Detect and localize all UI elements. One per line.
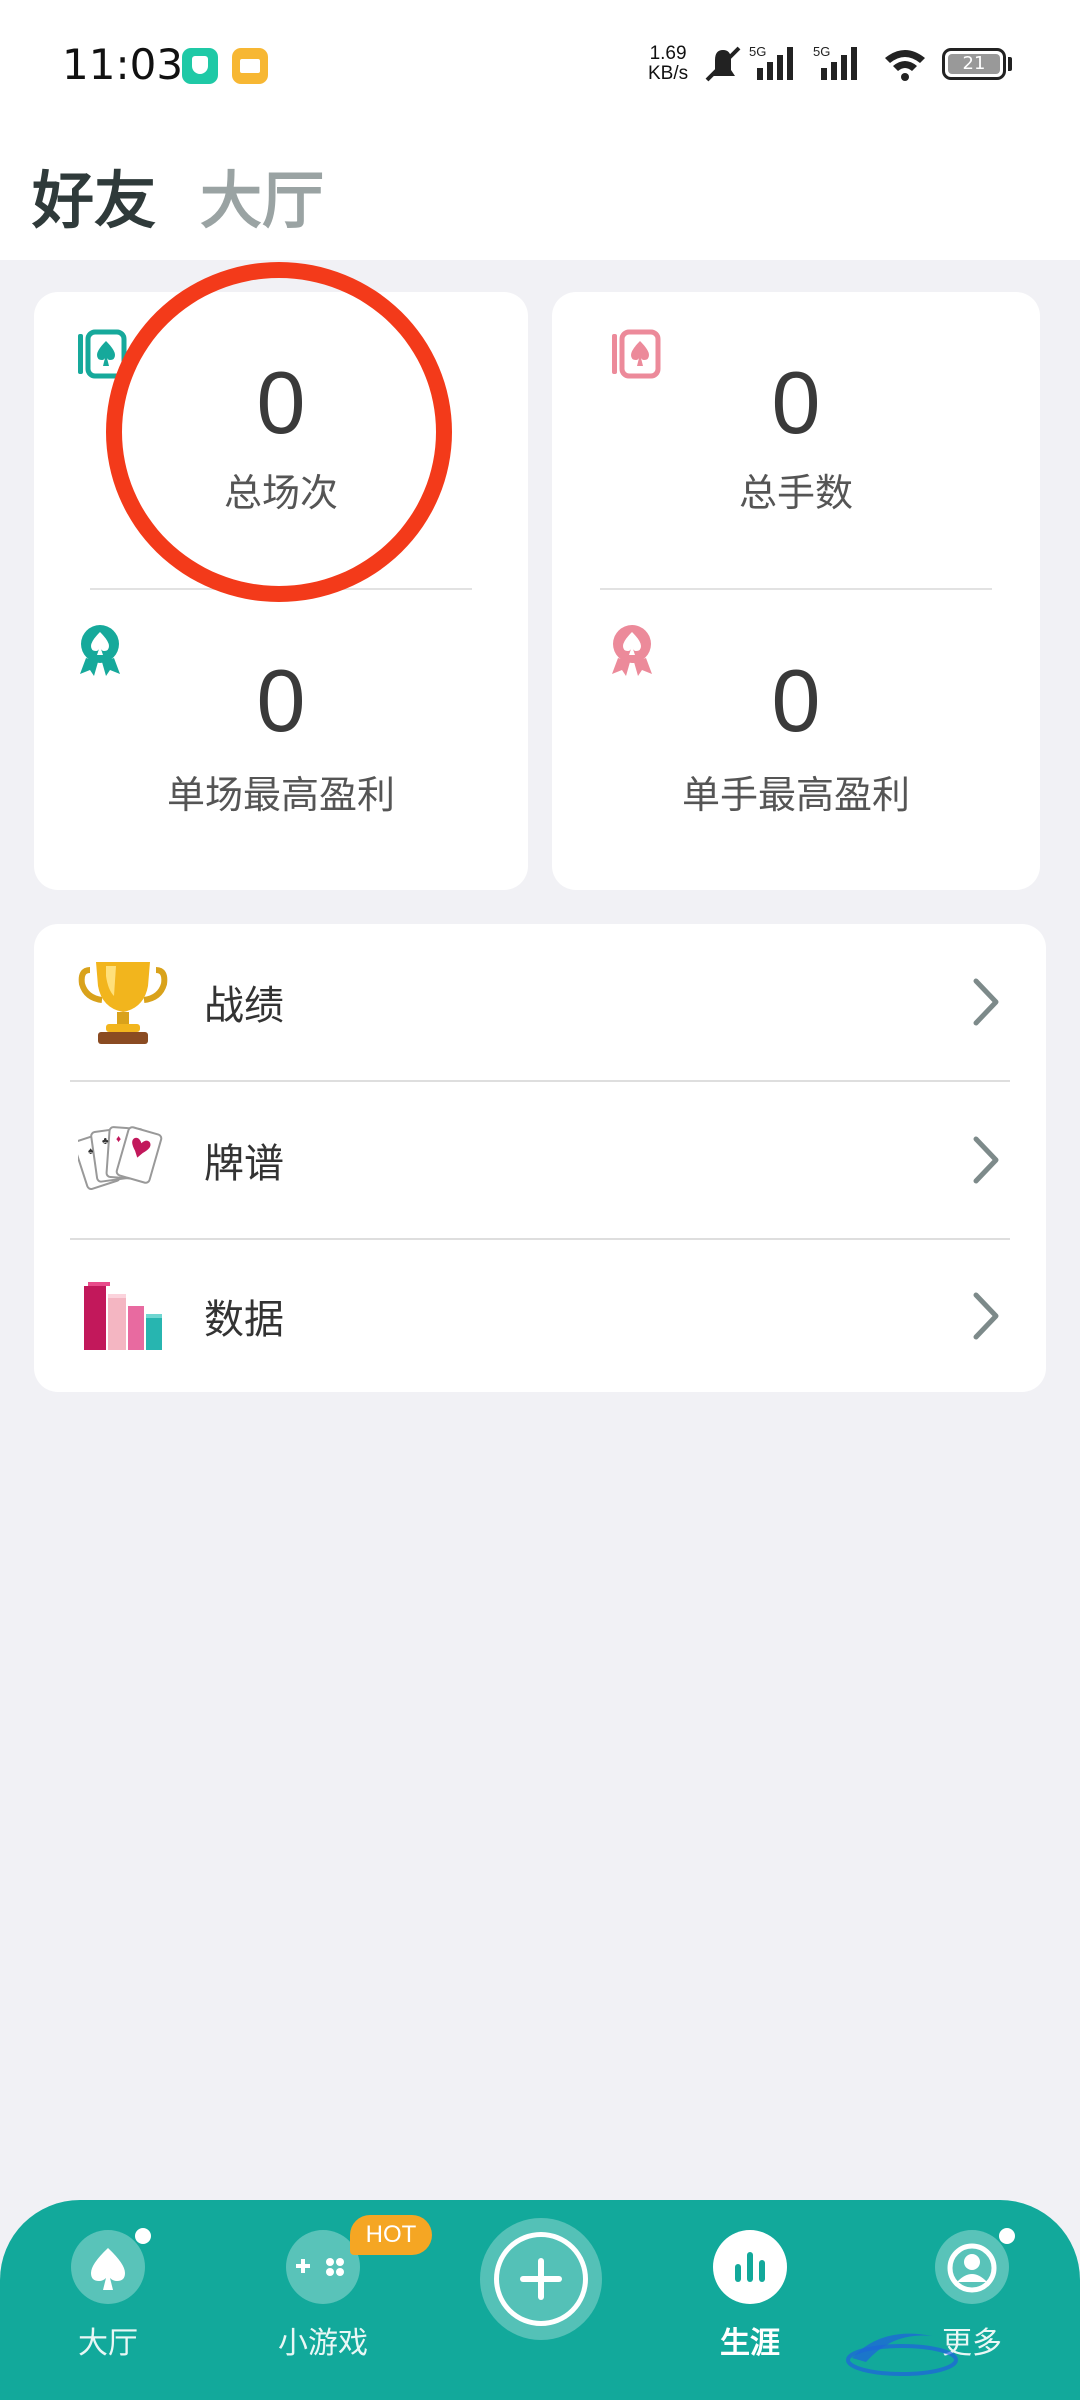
svg-text:♠: ♠ <box>88 1146 94 1157</box>
tab-lobby[interactable]: 大厅 <box>200 150 324 240</box>
signal-icons: 5G 5G <box>705 44 925 82</box>
nav-label: 大厅 <box>78 2326 138 2361</box>
chevron-right-icon <box>973 1292 999 1340</box>
bar-chart-icon <box>84 1282 162 1350</box>
card-divider <box>600 588 992 590</box>
menu-item-hand-history[interactable]: ♠ ♣ ♦ 牌谱 <box>34 1082 1046 1238</box>
nav-label: 生涯 <box>720 2326 780 2361</box>
notification-dot <box>135 2228 151 2244</box>
hand-stats-card: 0 总手数 0 单手最高盈利 <box>552 292 1040 890</box>
battery-icon: 21 <box>942 48 1006 80</box>
wifi-icon <box>885 50 925 81</box>
nav-label: 小游戏 <box>278 2326 368 2361</box>
stats-icon <box>735 2252 765 2282</box>
max-hand-profit-label: 单手最高盈利 <box>681 773 910 817</box>
network-speed: 1.69 KB/s <box>648 44 688 84</box>
total-hands-label: 总手数 <box>738 471 853 515</box>
top-tabs: 好友 大厅 <box>0 130 1080 260</box>
hot-badge: HOT <box>350 2215 432 2255</box>
menu-label: 战绩 <box>204 983 284 1029</box>
menu-label: 牌谱 <box>204 1141 284 1187</box>
watermark-logo <box>846 2333 958 2376</box>
shield-app-icon <box>182 48 218 84</box>
network-speed-value: 1.69 <box>649 43 687 64</box>
status-time: 11:03 <box>62 40 184 89</box>
chevron-right-icon <box>973 978 999 1026</box>
network-speed-unit: KB/s <box>648 63 689 84</box>
annotation-circle <box>106 262 452 602</box>
network-2-label: 5G <box>813 44 830 59</box>
playing-cards-icon: ♠ ♣ ♦ <box>78 1126 163 1190</box>
max-session-profit-label: 单场最高盈利 <box>166 773 395 817</box>
spade-icon <box>91 2248 125 2290</box>
svg-text:♦: ♦ <box>116 1134 121 1145</box>
mute-icon <box>705 46 741 82</box>
battery-tip <box>1008 57 1012 71</box>
nav-lobby[interactable]: 大厅 <box>23 2200 193 2400</box>
gamepad-icon <box>296 2258 344 2276</box>
add-button[interactable] <box>480 2218 602 2340</box>
add-icon <box>520 2258 562 2300</box>
tab-friends[interactable]: 好友 <box>32 150 156 240</box>
menu-item-data[interactable]: 数据 <box>34 1238 1046 1394</box>
career-menu: 战绩 ♠ ♣ ♦ 牌谱 数据 <box>34 924 1046 1392</box>
notification-dot <box>999 2228 1015 2244</box>
max-session-profit-value: 0 <box>256 651 306 750</box>
network-1-label: 5G <box>749 44 766 59</box>
status-bar: 11:03 1.69 KB/s 5G 5G 21 <box>0 0 1080 130</box>
chevron-right-icon <box>973 1136 999 1184</box>
trophy-icon <box>78 962 168 1044</box>
nav-career[interactable]: 生涯 <box>665 2200 835 2400</box>
profile-icon <box>947 2243 997 2293</box>
menu-item-record[interactable]: 战绩 <box>34 924 1046 1080</box>
mail-app-icon <box>232 48 268 84</box>
total-hands-value: 0 <box>771 353 821 452</box>
menu-label: 数据 <box>204 1297 284 1343</box>
max-hand-profit-value: 0 <box>771 651 821 750</box>
battery-level: 21 <box>948 54 1000 74</box>
svg-text:♣: ♣ <box>102 1136 109 1147</box>
